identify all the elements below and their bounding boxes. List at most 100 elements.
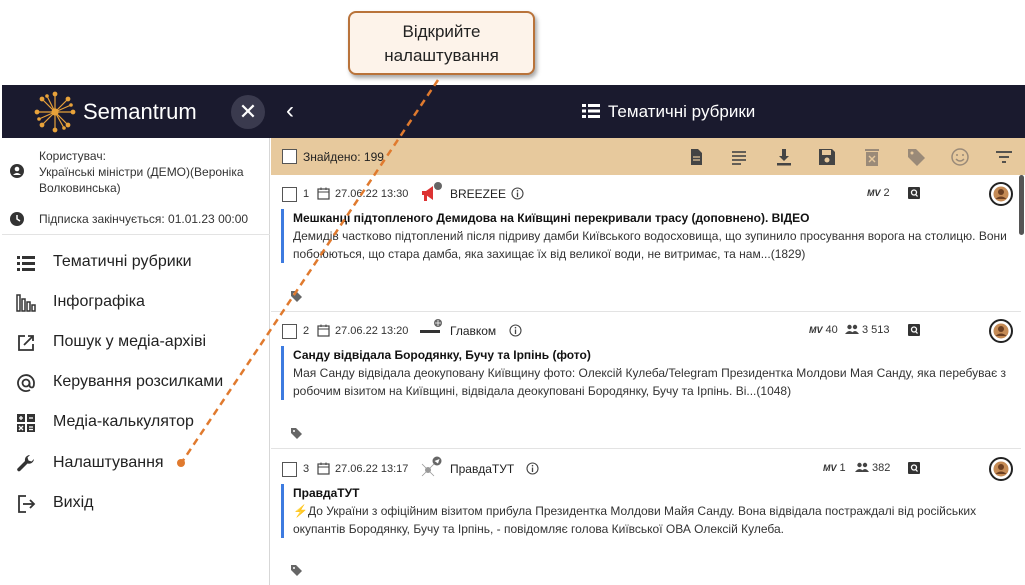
sidebar-item-mailings[interactable]: Керування розсилками xyxy=(2,363,270,403)
chart-icon xyxy=(16,294,36,312)
sidebar: Користувач: Українські міністри (ДЕМО)(В… xyxy=(2,138,270,585)
page-title-text: Тематичні рубрики xyxy=(608,102,756,121)
info-icon[interactable] xyxy=(511,187,524,200)
calculator-icon xyxy=(17,414,35,432)
article-date: 27.06.22 13:30 xyxy=(335,188,409,200)
telegram-source-icon xyxy=(421,456,442,477)
calendar-icon xyxy=(317,462,330,475)
select-all-checkbox[interactable] xyxy=(282,149,297,164)
sidebar-item-infographics[interactable]: Інфографіка xyxy=(2,283,270,323)
article-snippet: ⚡️До України з офіційним візитом прибула… xyxy=(293,504,977,536)
info-icon[interactable] xyxy=(526,462,539,475)
tag-icon[interactable] xyxy=(290,427,303,440)
smile-icon[interactable] xyxy=(949,146,971,168)
external-link-icon xyxy=(18,335,34,351)
sidebar-item-label: Інфографіка xyxy=(53,293,145,310)
article-date: 27.06.22 13:20 xyxy=(335,325,409,337)
user-details: Користувач: Українські міністри (ДЕМО)(В… xyxy=(39,148,264,196)
user-label: Користувач: xyxy=(39,149,106,163)
megaphone-source-icon xyxy=(422,182,442,201)
user-name: Українські міністри (ДЕМО)(Вероніка Волк… xyxy=(39,165,244,195)
sidebar-item-label: Медіа-калькулятор xyxy=(53,413,194,430)
close-menu-button[interactable]: ✕ xyxy=(231,95,265,129)
article-item[interactable]: 1 27.06.22 13:30 BREEZEE MV 2 Мешканці пі… xyxy=(271,175,1021,312)
brand-name: Semantrum xyxy=(83,99,197,124)
save-icon[interactable] xyxy=(816,146,838,168)
media-value-number: 2 xyxy=(883,187,890,199)
sidebar-item-topics[interactable]: Тематичні рубрики xyxy=(2,243,270,283)
article-date: 27.06.22 13:17 xyxy=(335,463,409,475)
document-icon[interactable] xyxy=(685,146,707,168)
wrench-icon xyxy=(17,454,34,472)
article-body[interactable]: Мешканці підтопленого Демидова на Київщи… xyxy=(281,209,1016,263)
article-number: 2 xyxy=(303,325,310,337)
instruction-callout: Відкрийте налаштування xyxy=(348,11,535,75)
scrollbar-thumb[interactable] xyxy=(1019,175,1024,235)
results-count: Знайдено: 199 xyxy=(303,150,384,164)
globe-source-icon xyxy=(420,319,442,333)
sidebar-item-label: Налаштування xyxy=(53,454,164,471)
sidebar-item-label: Вихід xyxy=(53,494,94,511)
author-avatar xyxy=(989,182,1013,206)
calendar-icon xyxy=(317,324,330,337)
sidebar-item-label: Керування розсилками xyxy=(53,373,224,390)
media-value-number: 40 xyxy=(825,324,838,336)
article-title[interactable]: ПравдаТУТ xyxy=(293,484,1016,502)
sidebar-item-logout[interactable]: Вихід xyxy=(2,484,270,524)
tag-icon[interactable] xyxy=(905,146,927,168)
article-snippet: Демидів частково підтоплений після підри… xyxy=(293,229,1007,261)
at-icon xyxy=(17,374,35,392)
preview-icon[interactable] xyxy=(907,186,921,200)
preview-icon[interactable] xyxy=(907,323,921,337)
audience-reach-number: 3 513 xyxy=(862,324,890,336)
article-title[interactable]: Мешканці підтопленого Демидова на Київщи… xyxy=(293,209,1016,227)
back-button[interactable]: ‹ xyxy=(286,97,294,125)
tag-icon[interactable] xyxy=(290,564,303,577)
lines-icon[interactable] xyxy=(728,146,750,168)
article-source[interactable]: Главком xyxy=(450,324,496,338)
sidebar-item-media-archive[interactable]: Пошук у медіа-архіві xyxy=(2,323,270,363)
filter-icon[interactable] xyxy=(993,146,1015,168)
article-checkbox[interactable] xyxy=(282,462,297,477)
audience-reach: 382 xyxy=(855,462,890,474)
clock-icon xyxy=(10,212,24,226)
list-icon xyxy=(17,256,35,271)
article-number: 3 xyxy=(303,463,310,475)
article-title[interactable]: Санду відвідала Бородянку, Бучу та Ірпін… xyxy=(293,346,1016,364)
user-icon xyxy=(10,164,24,178)
user-info: Користувач: Українські міністри (ДЕМО)(В… xyxy=(2,138,270,235)
author-avatar xyxy=(989,457,1013,481)
logout-icon xyxy=(18,495,36,513)
main-content: Знайдено: 199 1 27.06.22 13:30 BREEZEE M… xyxy=(271,138,1025,585)
preview-icon[interactable] xyxy=(907,461,921,475)
article-snippet: Мая Санду відвідала деокуповану Київщину… xyxy=(293,366,1007,398)
semantrum-logo-icon xyxy=(34,91,76,133)
tag-icon[interactable] xyxy=(290,290,303,303)
info-icon[interactable] xyxy=(509,324,522,337)
article-source[interactable]: BREEZEE xyxy=(450,187,506,201)
sidebar-item-settings[interactable]: Налаштування xyxy=(2,444,270,484)
media-value-number: 1 xyxy=(839,462,846,474)
article-item[interactable]: 3 27.06.22 13:17 ПравдаТУТ MV 1 382 Правд… xyxy=(271,450,1021,585)
download-icon[interactable] xyxy=(773,146,795,168)
article-checkbox[interactable] xyxy=(282,324,297,339)
audience-reach-number: 382 xyxy=(872,462,891,474)
calendar-icon xyxy=(317,187,330,200)
article-body[interactable]: Санду відвідала Бородянку, Бучу та Ірпін… xyxy=(281,346,1016,400)
sidebar-item-media-calculator[interactable]: Медіа-калькулятор xyxy=(2,403,270,443)
media-value: MV 2 xyxy=(867,187,890,199)
screen: Відкрийте налаштування Semantrum ✕ ‹ Тем… xyxy=(0,0,1025,585)
article-source[interactable]: ПравдаТУТ xyxy=(450,462,514,476)
article-body[interactable]: ПравдаТУТ ⚡️До України з офіційним візит… xyxy=(281,484,1016,538)
media-value: MV 40 xyxy=(809,324,838,336)
article-item[interactable]: 2 27.06.22 13:20 Главком MV 40 3 513 Санд… xyxy=(271,312,1021,449)
people-icon xyxy=(855,462,869,472)
delete-icon[interactable] xyxy=(861,146,883,168)
results-toolbar: Знайдено: 199 xyxy=(271,138,1025,175)
people-icon xyxy=(845,324,859,334)
article-checkbox[interactable] xyxy=(282,187,297,202)
media-value: MV 1 xyxy=(823,462,846,474)
article-number: 1 xyxy=(303,188,310,200)
page-title: Тематичні рубрики xyxy=(582,102,755,122)
subscription-expiry: Підписка закінчується: 01.01.23 00:00 xyxy=(39,212,249,226)
